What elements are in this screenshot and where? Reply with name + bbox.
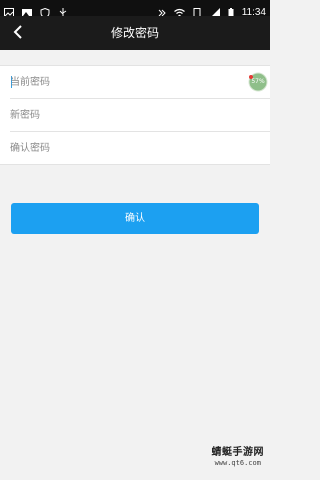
- system-status-icons: 11:34: [155, 2, 266, 18]
- chevron-left-icon: [13, 24, 23, 43]
- current-password-row: 57%: [10, 66, 270, 99]
- progress-badge[interactable]: 57%: [248, 72, 268, 92]
- page-title: 修改密码: [110, 26, 159, 40]
- progress-badge-text: 57%: [251, 78, 265, 85]
- new-password-row: [10, 99, 270, 132]
- new-password-input[interactable]: [10, 99, 235, 131]
- app-bar: 修改密码: [0, 16, 270, 50]
- status-bar: 11:34: [0, 0, 270, 19]
- current-password-input[interactable]: [10, 66, 235, 98]
- confirm-password-row: [10, 132, 270, 164]
- watermark: 蜻蜓手游网 www.qt6.com: [212, 447, 265, 468]
- back-button[interactable]: [8, 23, 28, 43]
- notification-icons: [4, 3, 71, 19]
- confirm-password-input[interactable]: [10, 132, 235, 164]
- watermark-title: 蜻蜓手游网: [211, 447, 264, 458]
- confirm-button[interactable]: 确认: [11, 203, 259, 234]
- watermark-url: www.qt6.com: [214, 459, 261, 467]
- password-form: 57%: [0, 65, 270, 165]
